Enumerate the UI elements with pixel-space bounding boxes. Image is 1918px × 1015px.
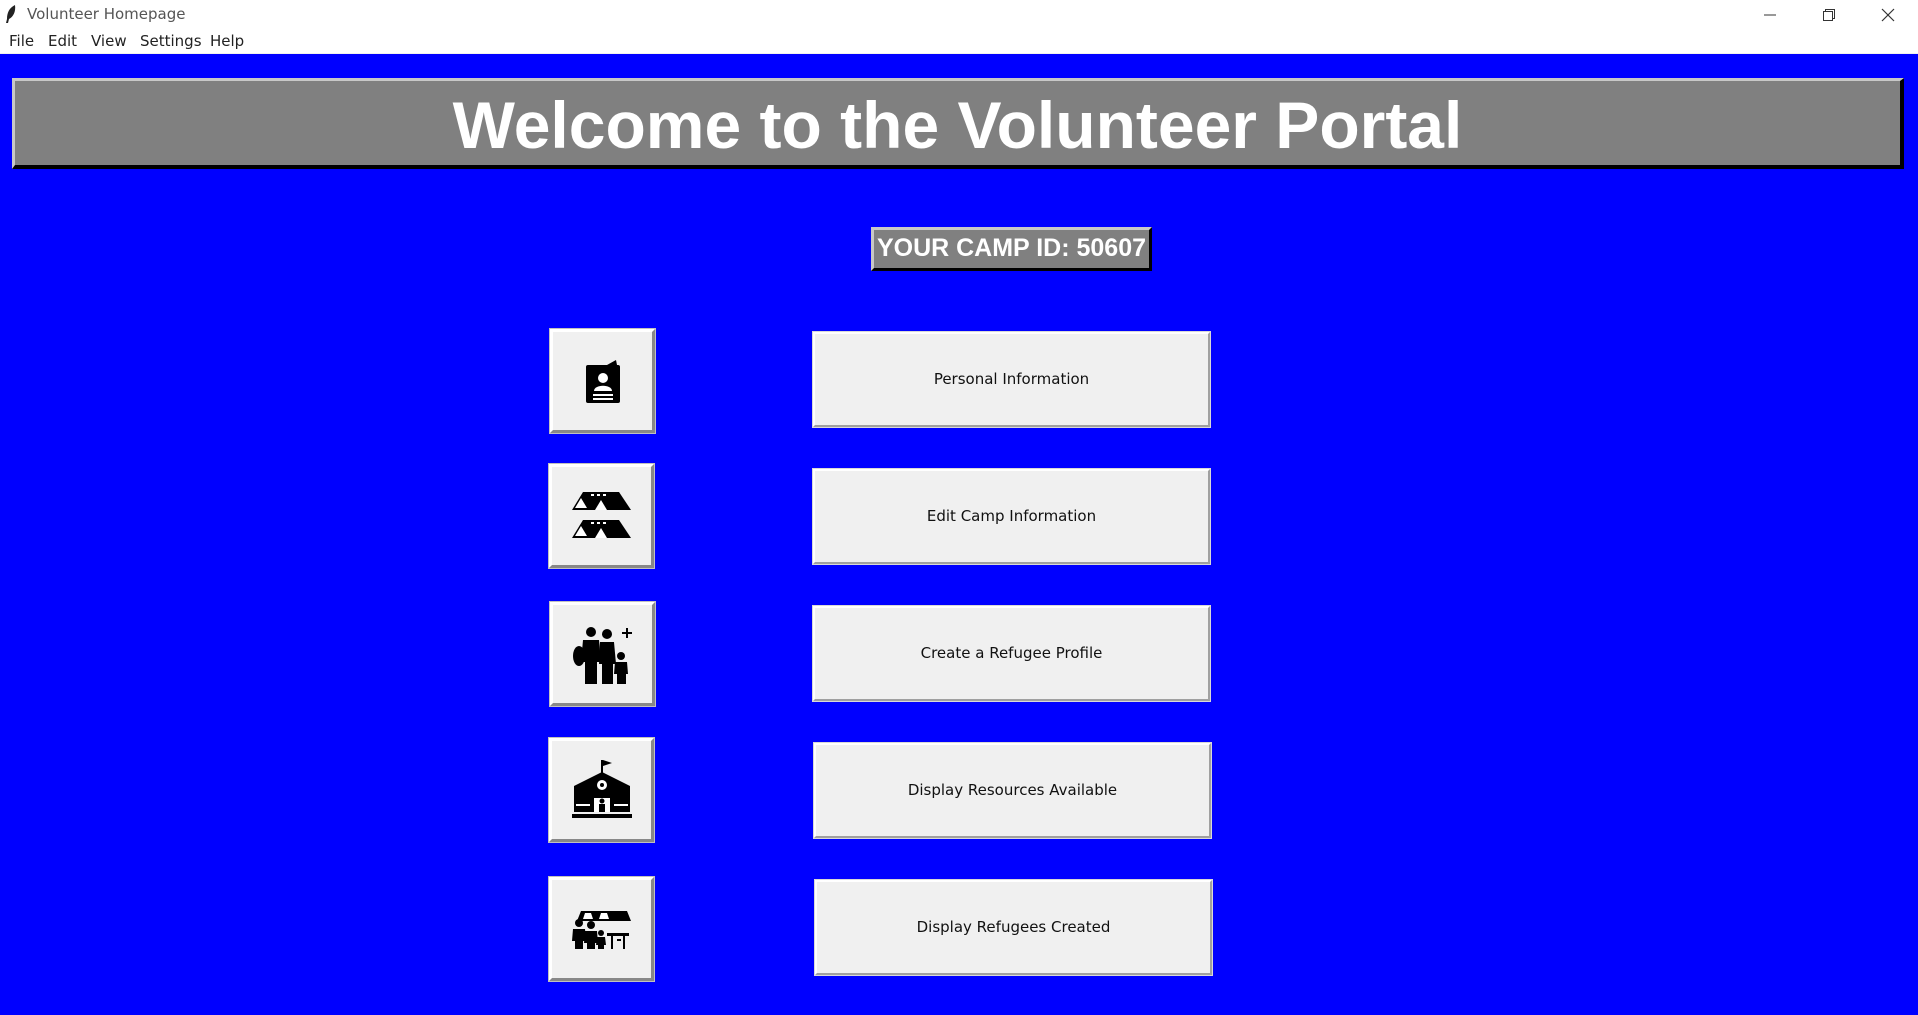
id-badge-icon xyxy=(585,360,620,403)
edit-camp-information-button[interactable]: Edit Camp Information xyxy=(812,468,1211,565)
menu-bar: File Edit View Settings Help xyxy=(0,29,1918,54)
restore-button[interactable] xyxy=(1800,0,1858,29)
feather-app-icon xyxy=(6,5,16,23)
close-icon xyxy=(1881,8,1895,22)
camp-id-label: YOUR CAMP ID: 50607 xyxy=(871,227,1152,271)
display-refugees-icon-button[interactable] xyxy=(548,876,655,982)
title-bar: Volunteer Homepage xyxy=(0,0,1918,29)
menu-help[interactable]: Help xyxy=(210,32,244,50)
create-refugee-icon-button[interactable] xyxy=(549,601,656,707)
minimize-icon xyxy=(1764,14,1776,16)
menu-view[interactable]: View xyxy=(91,32,127,50)
personal-information-button[interactable]: Personal Information xyxy=(812,331,1211,428)
edit-camp-icon-button[interactable] xyxy=(548,463,655,569)
display-resources-icon-button[interactable] xyxy=(548,737,655,843)
menu-file[interactable]: File xyxy=(9,32,34,50)
refugee-group-icon xyxy=(571,911,631,949)
close-button[interactable] xyxy=(1859,0,1917,29)
menu-settings[interactable]: Settings xyxy=(140,32,202,50)
page-title: Welcome to the Volunteer Portal xyxy=(452,88,1463,162)
restore-icon xyxy=(1823,9,1835,21)
welcome-banner: Welcome to the Volunteer Portal xyxy=(12,78,1904,169)
shelter-building-icon xyxy=(571,760,632,818)
volunteer-homepage-window: Volunteer Homepage File Edit View Settin… xyxy=(0,0,1918,1015)
window-title: Volunteer Homepage xyxy=(27,5,186,23)
menu-edit[interactable]: Edit xyxy=(48,32,77,50)
create-refugee-profile-button[interactable]: Create a Refugee Profile xyxy=(812,605,1211,702)
tents-icon xyxy=(571,492,631,538)
personal-information-icon-button[interactable] xyxy=(549,328,656,434)
display-resources-available-button[interactable]: Display Resources Available xyxy=(813,742,1212,839)
family-add-icon xyxy=(572,627,632,684)
main-content: Welcome to the Volunteer Portal YOUR CAM… xyxy=(0,54,1918,1015)
minimize-button[interactable] xyxy=(1741,0,1799,29)
display-refugees-created-button[interactable]: Display Refugees Created xyxy=(814,879,1213,976)
